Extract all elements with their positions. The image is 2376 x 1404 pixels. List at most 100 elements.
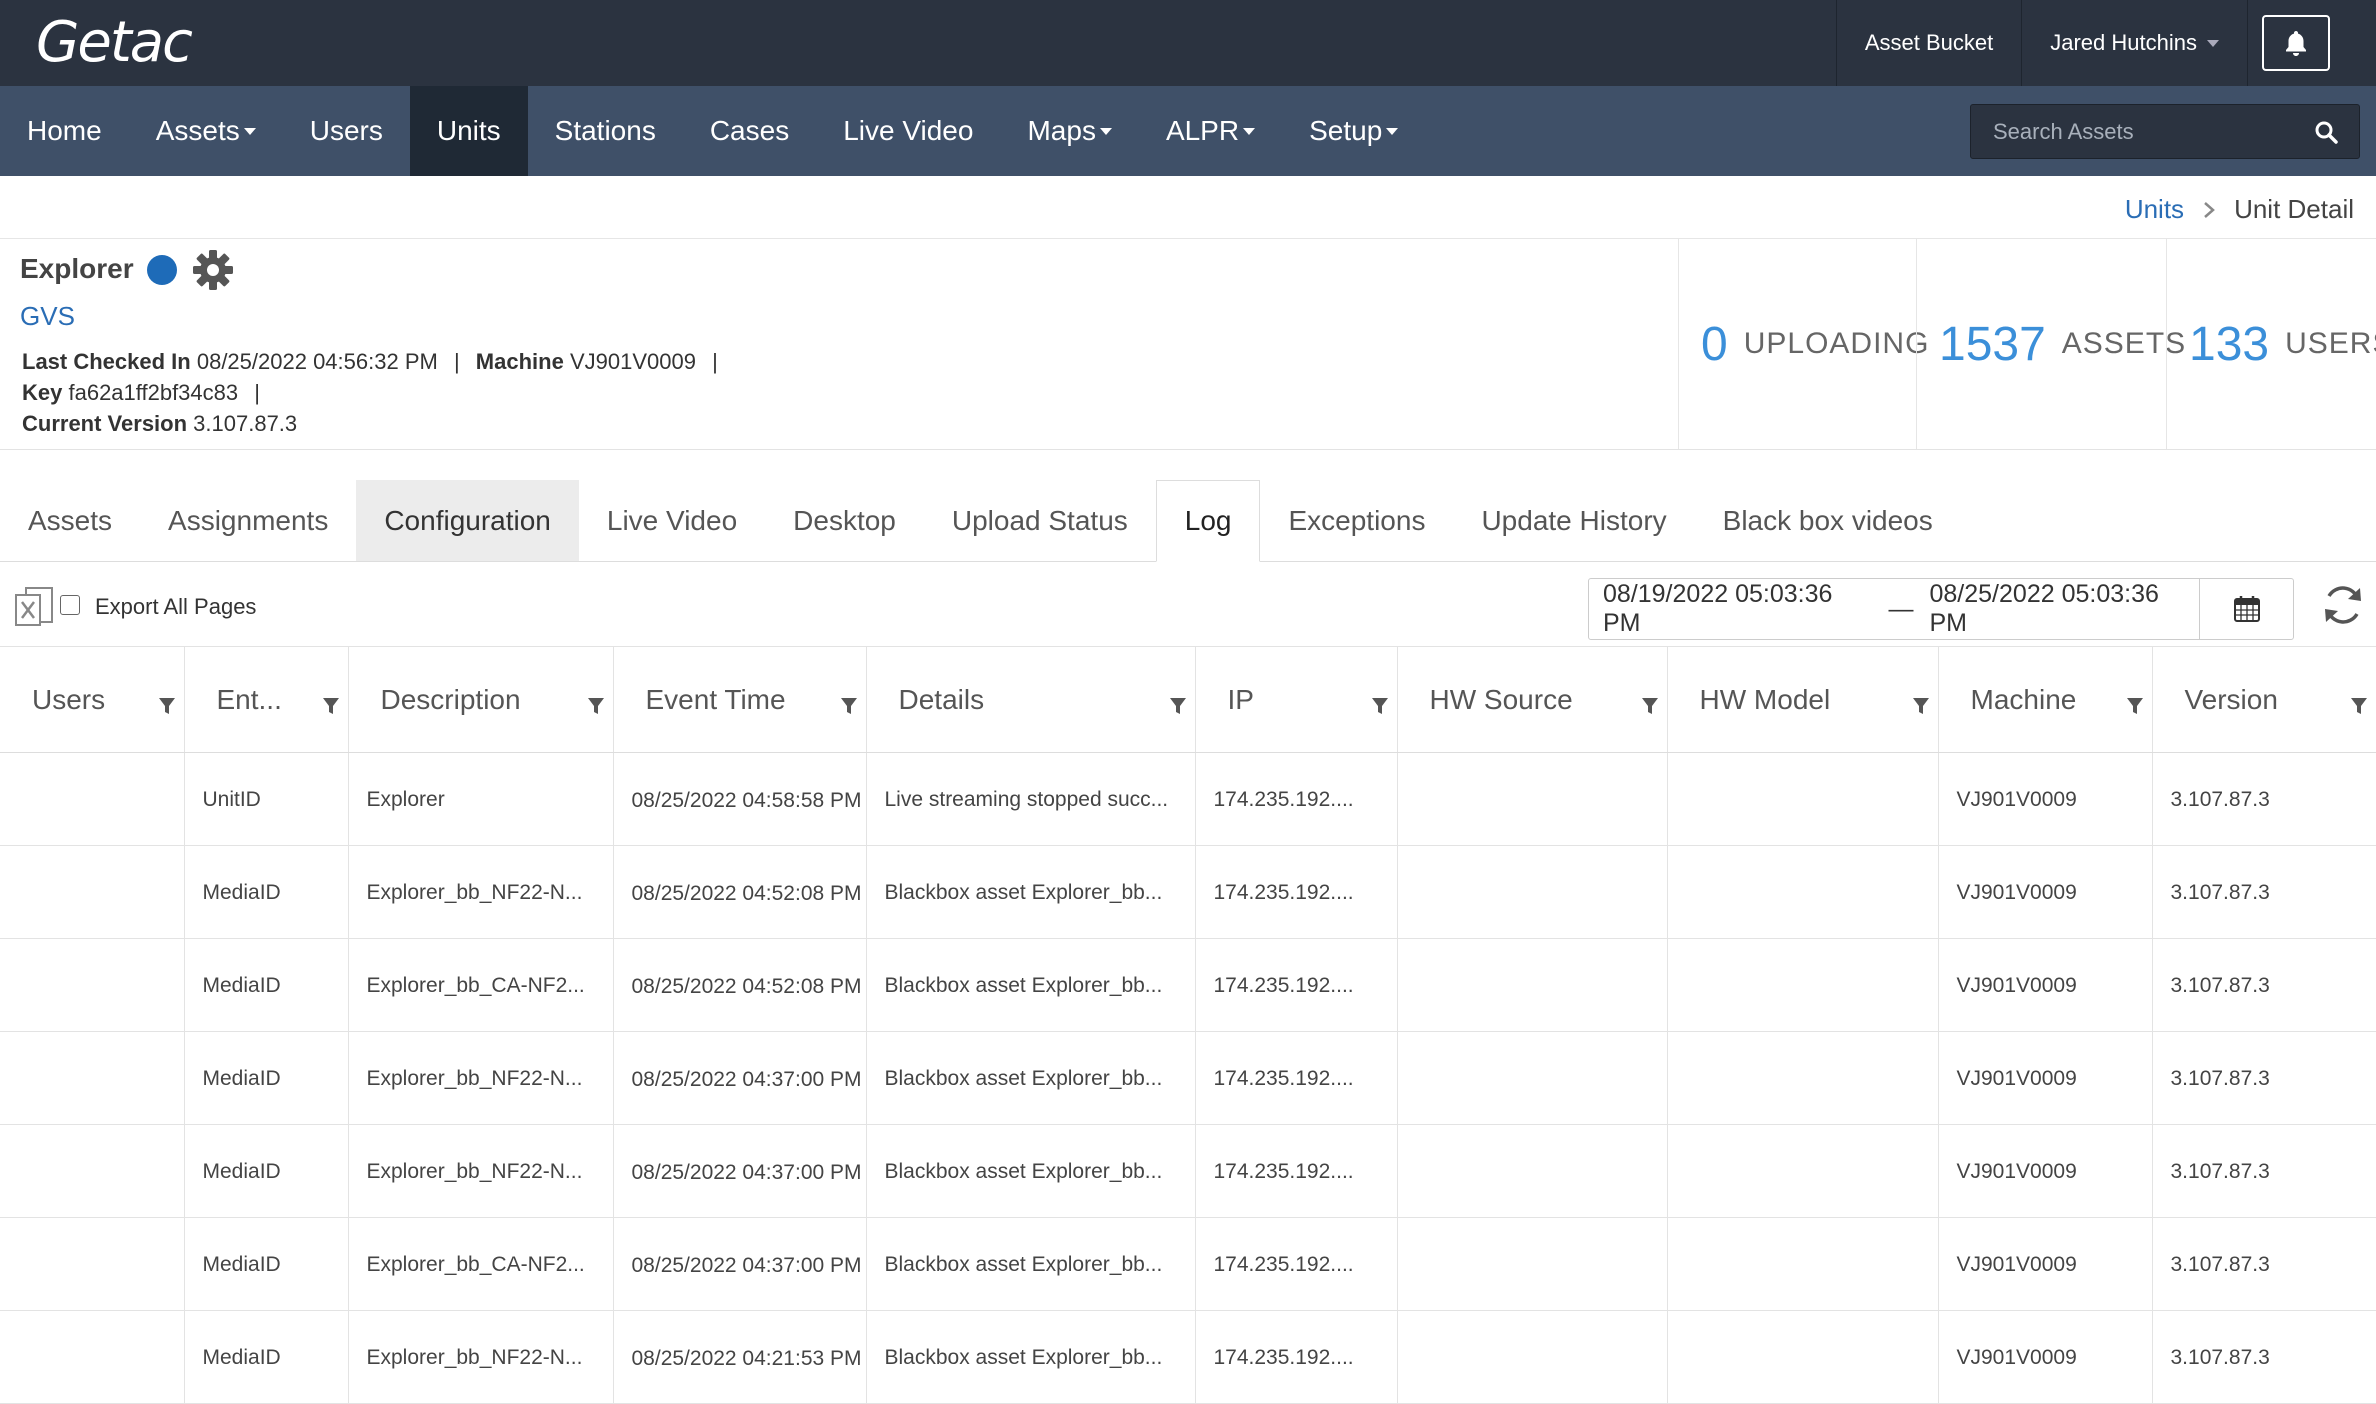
separator: | [712, 349, 718, 374]
filter-icon[interactable] [1641, 691, 1659, 723]
stat-users[interactable]: 133 USERS [2166, 239, 2376, 449]
cell-ip: 174.235.192.... [1195, 938, 1398, 1032]
chevron-right-icon [2204, 201, 2215, 218]
stat-label: UPLOADING [1743, 327, 1930, 360]
breadcrumb: Units Unit Detail [2125, 194, 2354, 225]
search-button[interactable] [2293, 105, 2359, 158]
nav-item-users[interactable]: Users [283, 86, 410, 176]
nav-item-cases[interactable]: Cases [683, 86, 816, 176]
table-row[interactable]: MediaID Explorer_bb_CA-NF2... 08/25/2022 0… [0, 938, 2376, 1032]
filter-icon[interactable] [158, 691, 176, 723]
cell-hw-model [1667, 752, 1939, 846]
table-row[interactable]: MediaID Explorer_bb_NF22-N... 08/25/2022 0… [0, 1310, 2376, 1404]
stat-value: 0 [1701, 317, 1728, 371]
cell-ent: MediaID [184, 845, 349, 939]
nav-item-assets[interactable]: Assets [129, 86, 283, 176]
filter-icon[interactable] [322, 691, 340, 723]
tab-update-history[interactable]: Update History [1453, 480, 1694, 561]
tab-exceptions[interactable]: Exceptions [1260, 480, 1453, 561]
nav-item-live-video[interactable]: Live Video [816, 86, 1000, 176]
nav-item-units[interactable]: Units [409, 86, 528, 176]
cell-hw-model [1667, 1310, 1939, 1404]
asset-bucket-link[interactable]: Asset Bucket [1835, 0, 2021, 86]
column-header-machine[interactable]: Machine [1938, 646, 2153, 753]
stat-assets[interactable]: 1537 ASSETS [1916, 239, 2185, 449]
cell-description: Explorer_bb_CA-NF2... [348, 938, 614, 1032]
tab-live-video[interactable]: Live Video [579, 480, 765, 561]
search-input[interactable] [1971, 105, 2291, 158]
breadcrumb-units-link[interactable]: Units [2125, 194, 2184, 225]
nav-item-stations[interactable]: Stations [528, 86, 683, 176]
date-range-picker[interactable]: 08/19/2022 05:03:36 PM — 08/25/2022 05:0… [1588, 578, 2294, 640]
column-header-label: Users [32, 683, 106, 715]
cell-description: Explorer_bb_NF22-N... [348, 845, 614, 939]
tab-configuration[interactable]: Configuration [356, 480, 579, 561]
cell-version: 3.107.87.3 [2152, 1031, 2376, 1125]
table-row[interactable]: MediaID Explorer_bb_NF22-N... 08/25/2022 0… [0, 845, 2376, 939]
column-header-label: Version [2184, 683, 2278, 715]
column-header-event-time[interactable]: Event Time [613, 646, 867, 753]
nav-item-home[interactable]: Home [0, 86, 129, 176]
filter-icon[interactable] [1371, 691, 1389, 723]
column-header-version[interactable]: Version [2152, 646, 2376, 753]
nav-item-maps[interactable]: Maps [1000, 86, 1138, 176]
cell-ent: MediaID [184, 1031, 349, 1125]
filter-icon[interactable] [1169, 691, 1187, 723]
nav-item-label: Stations [554, 115, 656, 146]
column-header-hw-model[interactable]: HW Model [1667, 646, 1939, 753]
cell-hw-model [1667, 1031, 1939, 1125]
cell-details: Blackbox asset Explorer_bb... [866, 1031, 1196, 1125]
user-name: Jared Hutchins [2050, 30, 2197, 55]
stat-uploading[interactable]: 0 UPLOADING [1678, 239, 1928, 449]
column-header-users[interactable]: Users [0, 646, 185, 753]
filter-icon[interactable] [587, 691, 605, 723]
tab-assignments[interactable]: Assignments [140, 480, 356, 561]
column-header-ent[interactable]: Ent... [184, 646, 349, 753]
machine-label: Machine [475, 349, 564, 374]
table-row[interactable]: MediaID Explorer_bb_NF22-N... 08/25/2022 0… [0, 1124, 2376, 1218]
column-header-label: Machine [1970, 683, 2077, 715]
export-all-pages-checkbox[interactable] [60, 595, 80, 615]
column-header-hw-source[interactable]: HW Source [1397, 646, 1668, 753]
column-header-description[interactable]: Description [348, 646, 614, 753]
cell-event-time: 08/25/2022 04:52:08 PM [613, 845, 867, 939]
table-row[interactable]: MediaID Explorer_bb_CA-NF2... 08/25/2022 0… [0, 1217, 2376, 1311]
column-header-ip[interactable]: IP [1195, 646, 1398, 753]
cell-hw-source [1397, 1217, 1668, 1311]
breadcrumb-current: Unit Detail [2234, 194, 2354, 224]
nav-item-setup[interactable]: Setup [1282, 86, 1425, 176]
tab-log[interactable]: Log [1155, 480, 1261, 562]
cell-users [0, 1310, 185, 1404]
refresh-button[interactable] [2320, 582, 2366, 633]
filter-icon[interactable] [2350, 691, 2368, 723]
tab-assets[interactable]: Assets [0, 480, 140, 561]
filter-icon[interactable] [2126, 691, 2144, 723]
filter-icon[interactable] [1912, 691, 1930, 723]
notifications-area [2247, 0, 2376, 86]
cell-details: Blackbox asset Explorer_bb... [866, 1124, 1196, 1218]
notifications-button[interactable] [2262, 15, 2330, 71]
column-header-label: HW Source [1429, 683, 1573, 715]
cell-ip: 174.235.192.... [1195, 752, 1398, 846]
unit-group-link[interactable]: GVS [20, 301, 75, 332]
cell-hw-source [1397, 752, 1668, 846]
table-row[interactable]: MediaID Explorer_bb_NF22-N... 08/25/2022 0… [0, 1031, 2376, 1125]
date-range-text[interactable]: 08/19/2022 05:03:36 PM — 08/25/2022 05:0… [1589, 579, 2199, 639]
table-row[interactable]: UnitID Explorer 08/25/2022 04:58:58 PM Live… [0, 752, 2376, 846]
filter-icon[interactable] [840, 691, 858, 723]
user-menu[interactable]: Jared Hutchins [2021, 0, 2247, 86]
unit-tabs: Assets Assignments Configuration Live Video… [0, 480, 2376, 562]
cell-event-time: 08/25/2022 04:58:58 PM [613, 752, 867, 846]
separator: | [254, 380, 260, 405]
tab-upload-status[interactable]: Upload Status [924, 480, 1156, 561]
unit-settings-button[interactable] [192, 249, 234, 296]
tab-desktop[interactable]: Desktop [765, 480, 924, 561]
cell-ent: MediaID [184, 938, 349, 1032]
nav-item-alpr[interactable]: ALPR [1139, 86, 1282, 176]
export-excel-button[interactable] [14, 586, 56, 635]
unit-meta-line2: Key fa62a1ff2bf34c83 | [22, 380, 270, 406]
tab-black-box-videos[interactable]: Black box videos [1695, 480, 1961, 561]
column-header-details[interactable]: Details [866, 646, 1196, 753]
calendar-button[interactable] [2199, 579, 2293, 639]
getac-logo[interactable]: Getac [36, 10, 193, 75]
